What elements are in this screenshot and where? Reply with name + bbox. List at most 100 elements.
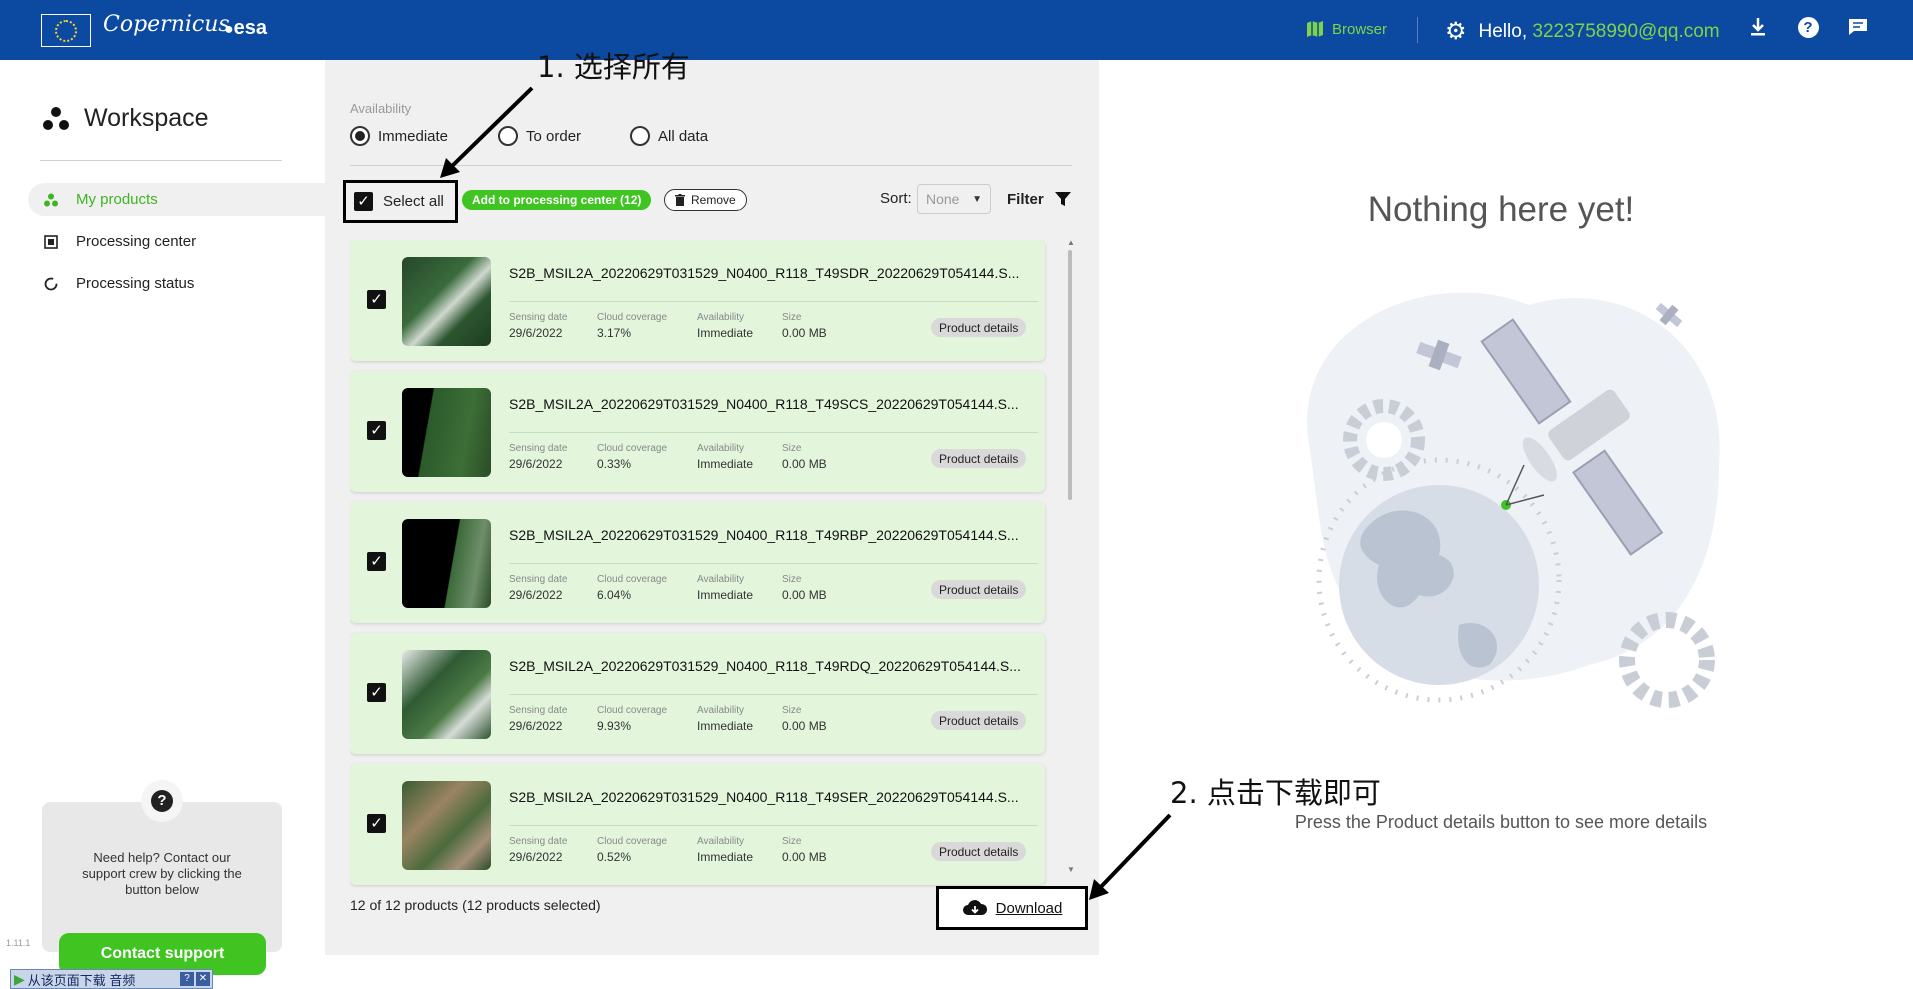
product-meta-value: 29/6/2022 [509, 850, 563, 864]
product-checkbox[interactable]: ✓ [367, 683, 386, 702]
product-meta-cloud: Cloud coverage 0.33% [597, 443, 668, 471]
play-icon: ▶ [14, 970, 25, 987]
product-meta-value: 29/6/2022 [509, 588, 563, 602]
esa-logo[interactable]: ●esa [224, 17, 267, 40]
product-divider [509, 301, 1038, 302]
product-meta-avail: Availability Immediate [697, 836, 754, 864]
product-details-button[interactable]: Product details [931, 580, 1027, 599]
product-meta-value: 29/6/2022 [509, 326, 563, 340]
product-meta-size: Size 0.00 MB [782, 836, 827, 864]
radio-empty-icon [630, 126, 650, 146]
chat-icon[interactable] [1845, 17, 1871, 43]
product-card[interactable]: ✓ S2B_MSIL2A_20220629T031529_N0400_R118_T… [350, 764, 1080, 885]
help-icon[interactable]: ? [1795, 17, 1821, 38]
product-divider [509, 563, 1038, 564]
help-small-icon[interactable]: ? [180, 972, 194, 986]
radio-to-order[interactable]: To order [498, 126, 581, 146]
eu-flag-logo[interactable] [41, 14, 91, 47]
product-card[interactable]: ✓ S2B_MSIL2A_20220629T031529_N0400_R118_T… [350, 633, 1080, 754]
product-name: S2B_MSIL2A_20220629T031529_N0400_R118_T4… [509, 265, 1020, 281]
radio-immediate[interactable]: Immediate [350, 126, 448, 146]
filter-button[interactable]: Filter [1007, 190, 1072, 208]
workspace-title: Workspace [42, 104, 209, 133]
product-name: S2B_MSIL2A_20220629T031529_N0400_R118_T4… [509, 527, 1019, 543]
product-card-body: ✓ S2B_MSIL2A_20220629T031529_N0400_R118_T… [350, 633, 1045, 754]
product-card[interactable]: ✓ S2B_MSIL2A_20220629T031529_N0400_R118_T… [350, 240, 1080, 361]
product-meta-date: Sensing date 29/6/2022 [509, 836, 568, 864]
question-icon: ? [151, 790, 173, 812]
filter-icon [1054, 192, 1071, 206]
processing-center-icon [44, 234, 58, 249]
download-extension-bar[interactable]: ▶ 从该页面下载 音频 ? ✕ [10, 969, 213, 989]
product-meta-date: Sensing date 29/6/2022 [509, 312, 568, 340]
scroll-up-icon[interactable]: ▲ [1067, 238, 1075, 247]
add-to-processing-center-button[interactable]: Add to processing center (12) [462, 190, 652, 210]
product-meta-size: Size 0.00 MB [782, 574, 827, 602]
product-details-button[interactable]: Product details [931, 318, 1027, 337]
toolbar-divider [350, 165, 1072, 166]
gear-icon[interactable]: ⚙ [1445, 17, 1467, 46]
product-thumbnail[interactable] [402, 388, 491, 477]
product-checkbox[interactable]: ✓ [367, 421, 386, 440]
product-checkbox[interactable]: ✓ [367, 552, 386, 571]
product-details-button[interactable]: Product details [931, 449, 1027, 468]
product-details-button[interactable]: Product details [931, 711, 1027, 730]
product-meta-value: Immediate [697, 457, 754, 471]
product-thumbnail[interactable] [402, 257, 491, 346]
checkbox-checked-icon: ✓ [354, 192, 373, 211]
download-icon[interactable] [1745, 17, 1771, 43]
radio-all-data[interactable]: All data [630, 126, 708, 146]
product-card[interactable]: ✓ S2B_MSIL2A_20220629T031529_N0400_R118_T… [350, 502, 1080, 623]
trash-icon [675, 194, 685, 206]
product-name: S2B_MSIL2A_20220629T031529_N0400_R118_T4… [509, 658, 1021, 674]
product-meta-value: 0.00 MB [782, 326, 827, 340]
sidebar: Workspace My products Processing center … [0, 60, 325, 989]
product-meta-value: 9.93% [597, 719, 632, 733]
caret-down-icon: ▼ [972, 193, 982, 205]
sidebar-item-my-products[interactable]: My products [28, 183, 325, 216]
processing-status-icon [44, 277, 58, 290]
product-meta-cloud: Cloud coverage 9.93% [597, 705, 668, 733]
product-thumbnail[interactable] [402, 519, 491, 608]
product-checkbox[interactable]: ✓ [367, 290, 386, 309]
scrollbar-thumb[interactable] [1068, 250, 1072, 500]
product-checkbox[interactable]: ✓ [367, 814, 386, 833]
copernicus-logo[interactable]: Copernicus [103, 12, 230, 37]
sidebar-item-processing-status[interactable]: Processing status [28, 267, 325, 300]
product-meta-value: 0.00 MB [782, 850, 827, 864]
close-icon[interactable]: ✕ [196, 972, 210, 986]
product-meta-value: Immediate [697, 719, 754, 733]
sidebar-item-processing-center[interactable]: Processing center [28, 225, 325, 258]
product-meta-value: 6.04% [597, 588, 632, 602]
product-thumbnail[interactable] [402, 781, 491, 870]
remove-button[interactable]: Remove [664, 189, 747, 211]
product-thumbnail[interactable] [402, 650, 491, 739]
top-bar: Copernicus ●esa Browser ⚙ Hello, 3223758… [0, 0, 1913, 60]
product-list-scrollbar[interactable]: ▲ ▼ [1067, 238, 1075, 874]
product-list[interactable]: ✓ S2B_MSIL2A_20220629T031529_N0400_R118_T… [350, 240, 1080, 932]
availability-label: Availability [350, 101, 412, 116]
sort-select[interactable]: None ▼ [917, 184, 991, 214]
scroll-down-icon[interactable]: ▼ [1067, 865, 1075, 874]
cloud-download-icon [962, 900, 987, 915]
product-meta-value: 0.00 MB [782, 588, 827, 602]
select-all-checkbox[interactable]: ✓ Select all [343, 180, 458, 223]
product-details-button[interactable]: Product details [931, 842, 1027, 861]
product-meta-avail: Availability Immediate [697, 705, 754, 733]
product-card[interactable]: ✓ S2B_MSIL2A_20220629T031529_N0400_R118_T… [350, 371, 1080, 492]
radio-empty-icon [498, 126, 518, 146]
workspace-icon [43, 106, 69, 130]
download-button[interactable]: Download [936, 886, 1088, 930]
product-meta-avail: Availability Immediate [697, 443, 754, 471]
product-meta-size: Size 0.00 MB [782, 705, 827, 733]
user-email[interactable]: 3223758990@qq.com [1532, 21, 1719, 42]
product-name: S2B_MSIL2A_20220629T031529_N0400_R118_T4… [509, 396, 1019, 412]
annotation-step1: 1. 选择所有 [537, 50, 690, 84]
product-card-body: ✓ S2B_MSIL2A_20220629T031529_N0400_R118_T… [350, 240, 1045, 361]
browser-link[interactable]: Browser [1306, 20, 1387, 38]
sort-label: Sort: [880, 190, 912, 207]
header-divider [1417, 17, 1418, 43]
product-meta-value: Immediate [697, 588, 754, 602]
product-meta-cloud: Cloud coverage 3.17% [597, 312, 668, 340]
product-card-body: ✓ S2B_MSIL2A_20220629T031529_N0400_R118_T… [350, 764, 1045, 885]
